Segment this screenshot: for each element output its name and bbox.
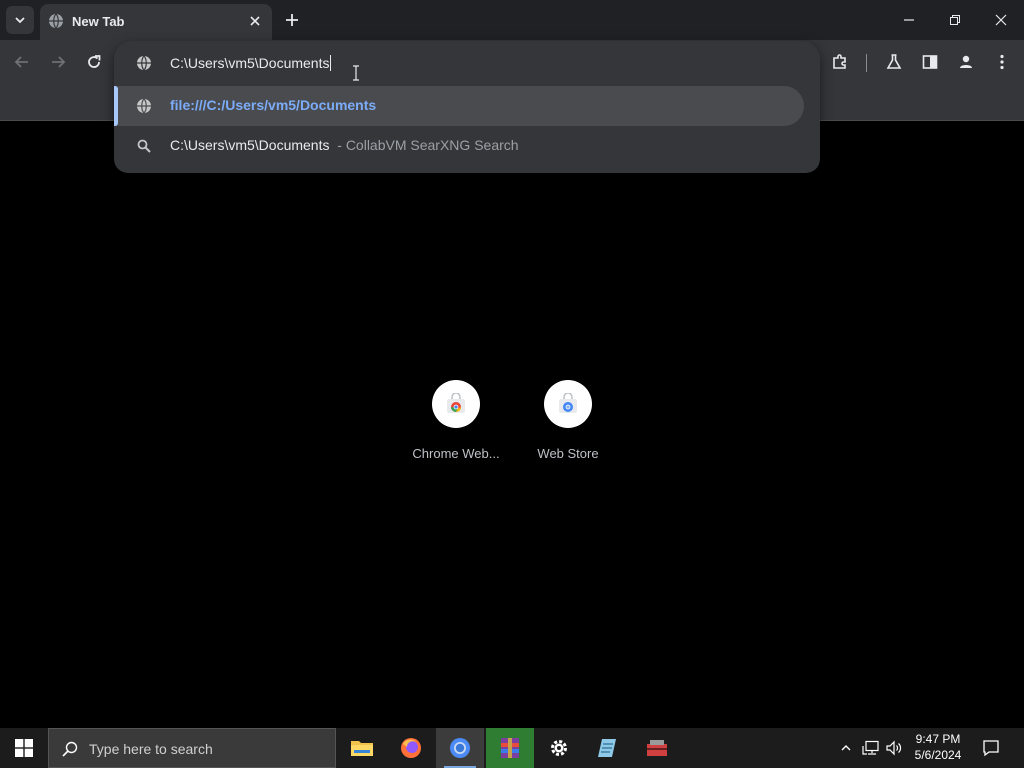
volume-tray-button[interactable]	[884, 738, 904, 758]
reload-icon	[88, 55, 101, 68]
chrome-web-store-icon	[447, 393, 465, 413]
speaker-icon	[886, 740, 902, 756]
toolbar-separator	[866, 54, 867, 72]
taskbar-search-placeholder: Type here to search	[89, 741, 213, 757]
globe-icon	[49, 13, 63, 29]
labs-button[interactable]	[882, 50, 906, 74]
close-icon	[250, 16, 260, 26]
search-icon	[62, 741, 78, 757]
notepad-icon	[598, 739, 616, 757]
reload-button[interactable]	[82, 50, 106, 74]
folder-icon	[351, 741, 373, 756]
profile-button[interactable]	[954, 50, 978, 74]
text-caret	[330, 55, 332, 71]
shortcut-tile	[432, 380, 480, 428]
taskbar-settings[interactable]	[535, 728, 583, 768]
suggestion-description: - CollabVM SearXNG Search	[337, 137, 519, 153]
shortcut-tile	[544, 380, 592, 428]
tab-close-button[interactable]	[246, 12, 264, 30]
clock-date: 5/6/2024	[914, 748, 962, 762]
restore-icon	[950, 15, 960, 25]
suggestion-focus-bar	[114, 86, 118, 126]
windows-logo-icon	[15, 739, 33, 757]
suggestion-item[interactable]: C:\Users\vm5\Documents - CollabVM SearXN…	[114, 126, 820, 166]
winrar-icon	[501, 738, 519, 758]
suggestion-label: file:///C:/Users/vm5/Documents	[170, 97, 377, 113]
taskbar-notepad[interactable]	[584, 728, 632, 768]
puzzle-icon	[833, 54, 846, 69]
minimize-icon	[904, 19, 914, 21]
taskbar-clock[interactable]: 9:47 PM 5/6/2024	[904, 731, 972, 763]
network-tray-button[interactable]	[861, 738, 881, 758]
address-bar[interactable]: C:\Users\vm5\Documents	[114, 41, 820, 85]
person-icon	[960, 55, 972, 68]
taskbar: Type here to search 9:47 PM 5/6/2024	[0, 728, 1024, 768]
tab-search-button[interactable]	[6, 6, 34, 34]
clock-time: 9:47 PM	[915, 732, 961, 746]
notification-icon	[983, 740, 999, 757]
omnibox-popup: C:\Users\vm5\Documents file:///C:/Users/…	[114, 41, 820, 173]
address-input-value: C:\Users\vm5\Documents	[170, 55, 330, 71]
flask-icon	[886, 54, 902, 69]
taskbar-file-explorer[interactable]	[338, 728, 386, 768]
shortcut-web-store[interactable]: Web Store	[512, 380, 624, 470]
globe-icon	[137, 98, 151, 114]
new-tab-button[interactable]	[280, 8, 304, 32]
tab-strip: New Tab	[0, 0, 1024, 40]
toolbox-icon	[647, 740, 667, 756]
shortcut-name: Web Store	[537, 446, 599, 461]
plus-icon	[286, 14, 298, 26]
tab-title: New Tab	[72, 14, 125, 29]
taskbar-winrar[interactable]	[486, 728, 534, 768]
web-store-icon	[559, 393, 577, 413]
taskbar-search-box[interactable]: Type here to search	[48, 728, 336, 768]
show-hidden-icons-button[interactable]	[836, 738, 856, 758]
chevron-up-icon	[841, 745, 851, 751]
menu-button[interactable]	[990, 50, 1014, 74]
minimize-button[interactable]	[886, 0, 932, 40]
firefox-icon	[401, 738, 421, 758]
shortcut-chrome-web-store[interactable]: Chrome Web...	[400, 380, 512, 470]
gear-icon	[551, 740, 567, 756]
side-panel-icon	[922, 55, 938, 69]
arrow-left-icon	[14, 56, 28, 68]
start-button[interactable]	[0, 728, 48, 768]
more-vertical-icon	[1000, 54, 1004, 70]
suggestion-label: C:\Users\vm5\Documents - CollabVM SearXN…	[170, 137, 519, 153]
address-input[interactable]: C:\Users\vm5\Documents	[170, 55, 332, 71]
taskbar-firefox[interactable]	[387, 728, 435, 768]
taskbar-chrome[interactable]	[436, 728, 484, 768]
restore-button[interactable]	[932, 0, 978, 40]
suggestion-query: C:\Users\vm5\Documents	[170, 137, 330, 153]
arrow-right-icon	[52, 56, 66, 68]
ibeam-cursor-icon	[353, 65, 359, 81]
shortcut-name: Chrome Web...	[412, 446, 500, 461]
side-panel-button[interactable]	[918, 50, 942, 74]
taskbar-app-tool[interactable]	[633, 728, 681, 768]
close-icon	[995, 14, 1007, 26]
globe-icon	[137, 55, 151, 71]
extensions-button[interactable]	[828, 50, 852, 74]
search-icon	[137, 139, 151, 153]
back-button[interactable]	[10, 50, 34, 74]
close-window-button[interactable]	[978, 0, 1024, 40]
tab-new-tab[interactable]: New Tab	[40, 4, 272, 40]
forward-button[interactable]	[46, 50, 70, 74]
suggestion-item[interactable]: file:///C:/Users/vm5/Documents	[114, 86, 820, 126]
chevron-down-icon	[15, 17, 25, 24]
chrome-icon	[450, 738, 470, 758]
notifications-button[interactable]	[978, 736, 1004, 760]
network-icon	[862, 740, 879, 755]
